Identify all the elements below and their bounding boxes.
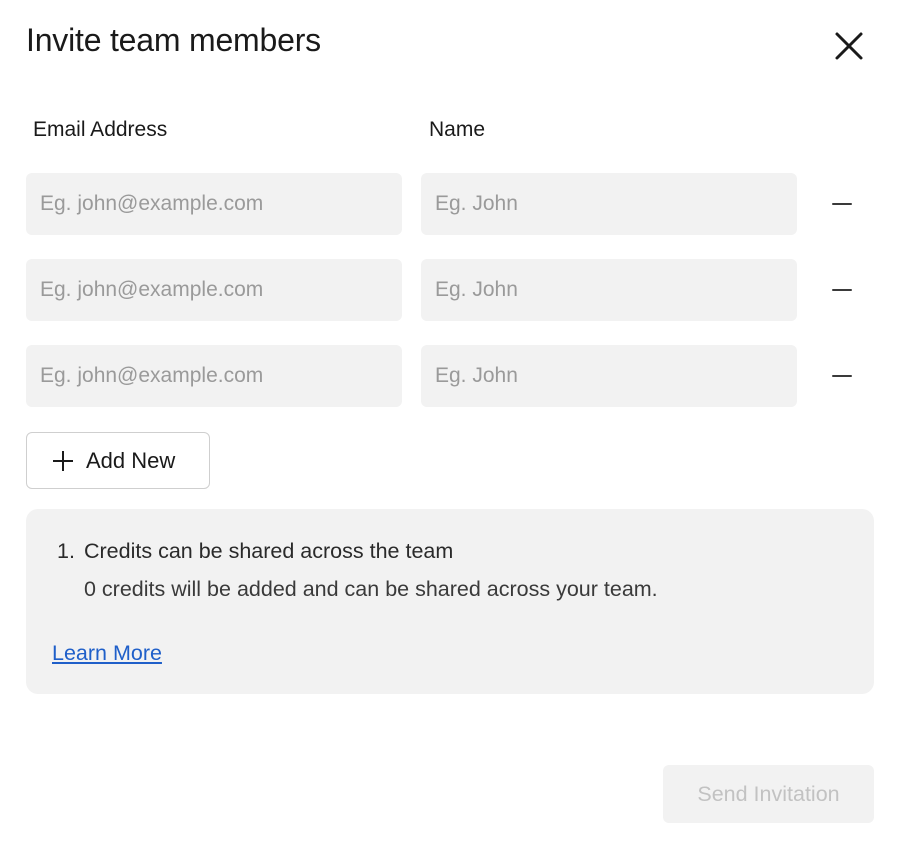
email-field[interactable] [26,173,402,235]
close-button[interactable] [826,24,872,68]
add-new-label: Add New [86,447,176,473]
info-item-number: 1. [57,539,75,563]
close-icon [835,32,863,60]
email-column-label: Email Address [33,118,168,141]
dialog-title: Invite team members [26,22,321,58]
add-new-button[interactable]: Add New [26,432,210,489]
info-list-item: 1. Credits can be shared across the team [57,539,453,564]
info-item-title: Credits can be shared across the team [84,539,454,563]
plus-icon [52,450,74,472]
minus-icon [832,375,852,377]
invite-row [26,173,872,235]
learn-more-link[interactable]: Learn More [52,641,162,666]
name-field[interactable] [421,345,797,407]
name-field[interactable] [421,259,797,321]
send-invitation-button[interactable]: Send Invitation [663,765,874,823]
name-column-label: Name [429,118,486,141]
info-panel: 1. Credits can be shared across the team … [26,509,874,694]
remove-row-button[interactable] [822,184,862,224]
invite-row [26,259,872,321]
remove-row-button[interactable] [822,270,862,310]
email-field[interactable] [26,259,402,321]
info-item-description: 0 credits will be added and can be share… [84,577,658,601]
minus-icon [832,203,852,205]
invite-row [26,345,872,407]
remove-row-button[interactable] [822,356,862,396]
email-field[interactable] [26,345,402,407]
invite-dialog: Invite team members Email Address Name A… [0,0,906,846]
minus-icon [832,289,852,291]
name-field[interactable] [421,173,797,235]
